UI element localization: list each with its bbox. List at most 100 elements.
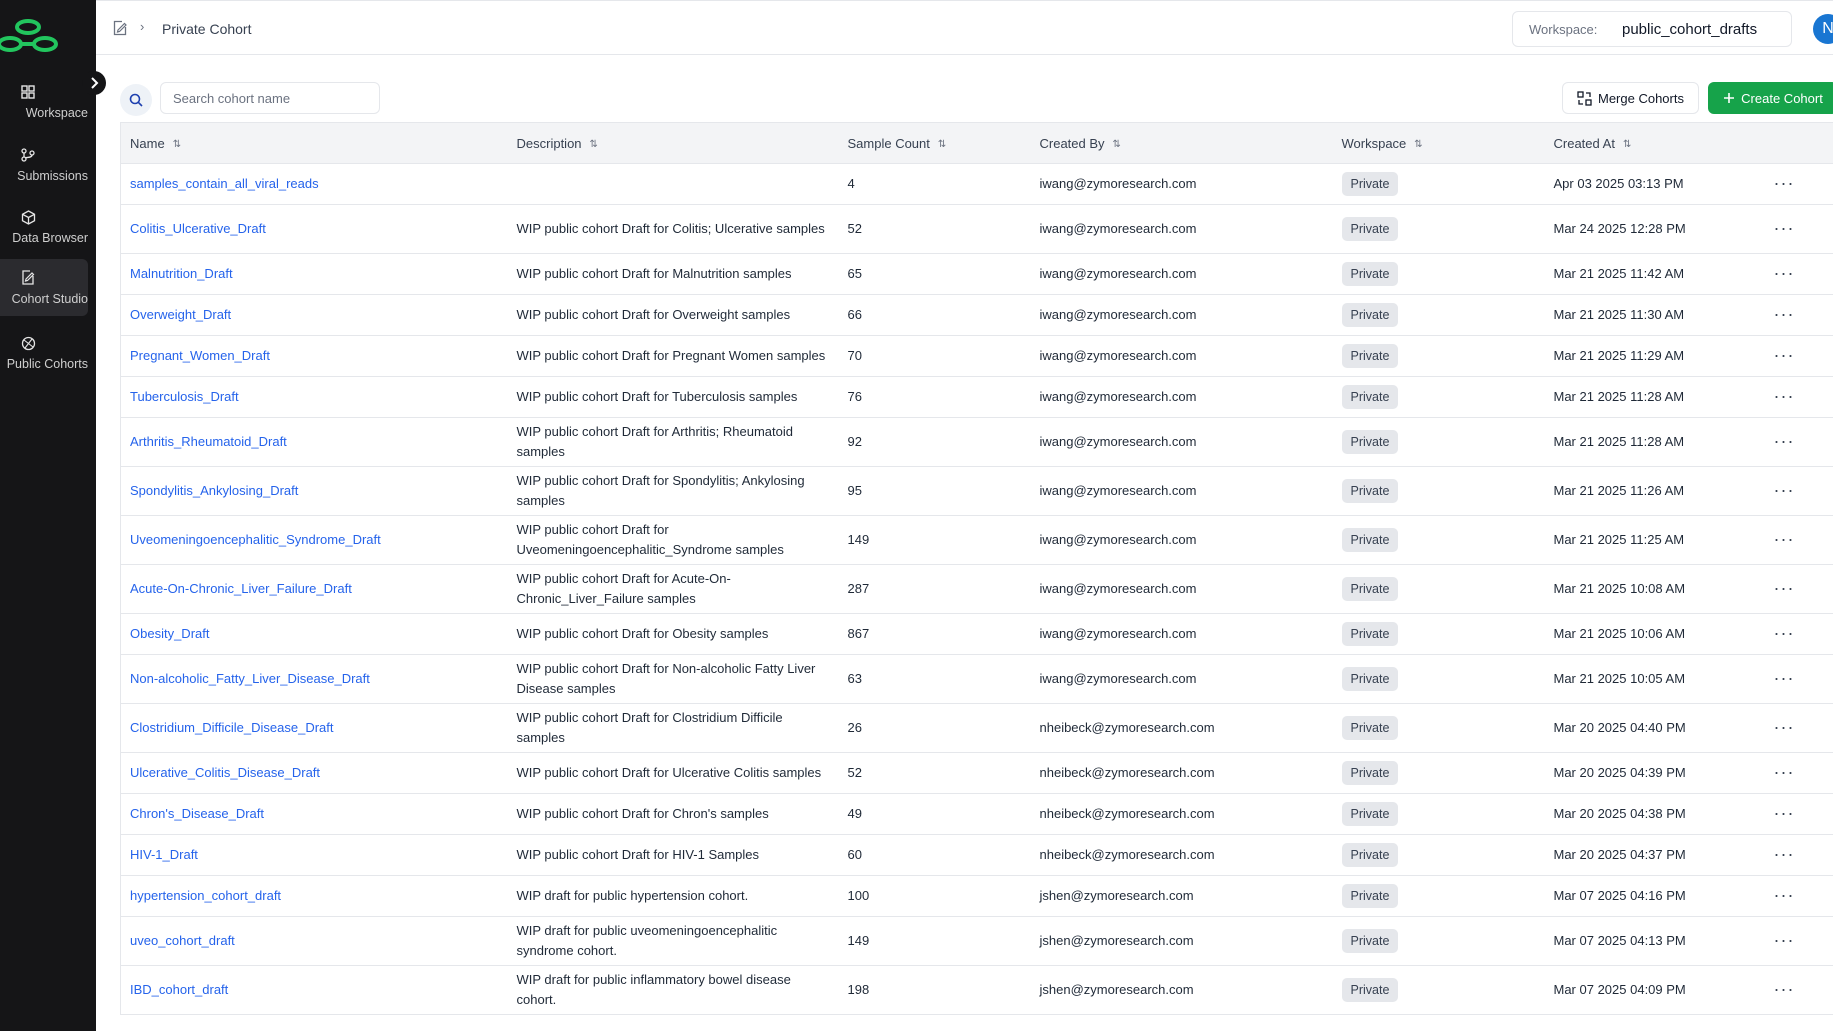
- sidebar-item-workspace[interactable]: Workspace: [0, 77, 88, 134]
- table-row[interactable]: Pregnant_Women_Draft WIP public cohort Dr…: [120, 335, 1833, 377]
- created-by-cell: jshen@zymoresearch.com: [1030, 916, 1333, 966]
- more-options-icon[interactable]: ···: [1774, 263, 1795, 283]
- sidebar-item-label: Cohort Studio: [11, 292, 88, 306]
- avatar[interactable]: N: [1813, 14, 1833, 44]
- cohort-name-cell: Clostridium_Difficile_Disease_Draft: [120, 703, 508, 753]
- sample-count-cell: 287: [838, 564, 1031, 614]
- cohort-name-link[interactable]: Acute-On-Chronic_Liver_Failure_Draft: [130, 581, 352, 596]
- cohort-name-link[interactable]: Clostridium_Difficile_Disease_Draft: [130, 720, 334, 735]
- more-options-icon[interactable]: ···: [1774, 345, 1795, 365]
- more-options-icon[interactable]: ···: [1774, 844, 1795, 864]
- more-options-icon[interactable]: ···: [1774, 218, 1795, 238]
- more-options-icon[interactable]: ···: [1774, 803, 1795, 823]
- more-options-icon[interactable]: ···: [1774, 529, 1795, 549]
- logo-icon[interactable]: [0, 18, 64, 58]
- sort-icon[interactable]: ⇅: [173, 139, 181, 150]
- sort-icon[interactable]: ⇅: [590, 139, 598, 150]
- table-row[interactable]: Colitis_Ulcerative_Draft WIP public cohor…: [120, 204, 1833, 254]
- sidebar-item-data-browser[interactable]: Data Browser: [0, 202, 88, 259]
- column-header-created-by[interactable]: Created By ⇅: [1030, 122, 1333, 164]
- cohort-name-link[interactable]: IBD_cohort_draft: [130, 982, 228, 997]
- sort-icon[interactable]: ⇅: [1113, 139, 1121, 150]
- table-row[interactable]: Spondylitis_Ankylosing_Draft WIP public c…: [120, 466, 1833, 516]
- column-header-name[interactable]: Name ⇅: [120, 122, 508, 164]
- more-options-icon[interactable]: ···: [1774, 979, 1795, 999]
- table-row[interactable]: Overweight_Draft WIP public cohort Draft …: [120, 294, 1833, 336]
- status-badge: Private: [1341, 843, 1399, 867]
- cohort-name-link[interactable]: Spondylitis_Ankylosing_Draft: [130, 483, 298, 498]
- table-row[interactable]: HIV-1_Draft WIP public cohort Draft for H…: [120, 834, 1833, 876]
- cohort-name-link[interactable]: Non-alcoholic_Fatty_Liver_Disease_Draft: [130, 671, 370, 686]
- more-options-icon[interactable]: ···: [1774, 623, 1795, 643]
- column-header-description[interactable]: Description ⇅: [507, 122, 839, 164]
- cohort-name-link[interactable]: Uveomeningoencephalitic_Syndrome_Draft: [130, 532, 381, 547]
- more-options-icon[interactable]: ···: [1774, 173, 1795, 193]
- actions-cell: ···: [1764, 253, 1833, 295]
- search-button[interactable]: [120, 84, 152, 116]
- description-cell: WIP public cohort Draft for Chron's samp…: [507, 793, 839, 835]
- actions-cell: ···: [1764, 654, 1833, 704]
- sidebar-item-submissions[interactable]: Submissions: [0, 140, 88, 197]
- more-options-icon[interactable]: ···: [1774, 304, 1795, 324]
- table-row[interactable]: IBD_cohort_draft WIP draft for public inf…: [120, 965, 1833, 1015]
- search-input[interactable]: [160, 82, 380, 114]
- column-header-sample-count[interactable]: Sample Count ⇅: [838, 122, 1031, 164]
- create-cohort-button[interactable]: Create Cohort: [1708, 82, 1833, 114]
- sort-icon[interactable]: ⇅: [938, 139, 946, 150]
- table-row[interactable]: Obesity_Draft WIP public cohort Draft for…: [120, 613, 1833, 655]
- column-header-created-at[interactable]: Created At ⇅: [1544, 122, 1765, 164]
- more-options-icon[interactable]: ···: [1774, 762, 1795, 782]
- table-row[interactable]: Non-alcoholic_Fatty_Liver_Disease_Draft W…: [120, 654, 1833, 704]
- cohort-name-link[interactable]: samples_contain_all_viral_reads: [130, 176, 319, 191]
- cohort-name-link[interactable]: Obesity_Draft: [130, 626, 209, 641]
- edit-note-icon[interactable]: [112, 20, 128, 36]
- table-row[interactable]: Clostridium_Difficile_Disease_Draft WIP p…: [120, 703, 1833, 753]
- cohort-name-link[interactable]: Arthritis_Rheumatoid_Draft: [130, 434, 287, 449]
- cohort-name-link[interactable]: Malnutrition_Draft: [130, 266, 233, 281]
- cohort-name-cell: IBD_cohort_draft: [120, 965, 508, 1015]
- description-cell: WIP public cohort Draft for Arthritis; R…: [507, 417, 839, 467]
- cohort-name-link[interactable]: Colitis_Ulcerative_Draft: [130, 221, 266, 236]
- description-cell: WIP public cohort Draft for Uveomeningoe…: [507, 515, 839, 565]
- cohort-name-link[interactable]: HIV-1_Draft: [130, 847, 198, 862]
- table-row[interactable]: Chron's_Disease_Draft WIP public cohort D…: [120, 793, 1833, 835]
- sidebar-item-cohort-studio[interactable]: Cohort Studio: [0, 259, 88, 316]
- merge-cohorts-button[interactable]: Merge Cohorts: [1562, 82, 1699, 114]
- workspace-selector[interactable]: Workspace: public_cohort_drafts: [1512, 11, 1792, 47]
- cohort-table: Name ⇅ Description ⇅ Sample Count ⇅ Created…: [120, 122, 1833, 1015]
- table-row[interactable]: Acute-On-Chronic_Liver_Failure_Draft WIP …: [120, 564, 1833, 614]
- table-row[interactable]: Tuberculosis_Draft WIP public cohort Draf…: [120, 376, 1833, 418]
- more-options-icon[interactable]: ···: [1774, 578, 1795, 598]
- table-row[interactable]: Malnutrition_Draft WIP public cohort Draf…: [120, 253, 1833, 295]
- created-at-cell: Mar 07 2025 04:16 PM: [1544, 875, 1765, 917]
- created-at-cell: Mar 07 2025 04:13 PM: [1544, 916, 1765, 966]
- cohort-name-link[interactable]: Ulcerative_Colitis_Disease_Draft: [130, 765, 320, 780]
- cohort-name-link[interactable]: Chron's_Disease_Draft: [130, 806, 264, 821]
- table-row[interactable]: uveo_cohort_draft WIP draft for public uv…: [120, 916, 1833, 966]
- sidebar-toggle-button[interactable]: [82, 71, 106, 95]
- more-options-icon[interactable]: ···: [1774, 717, 1795, 737]
- more-options-icon[interactable]: ···: [1774, 480, 1795, 500]
- description-cell: WIP public cohort Draft for Acute-On-Chr…: [507, 564, 839, 614]
- more-options-icon[interactable]: ···: [1774, 386, 1795, 406]
- cohort-name-link[interactable]: Overweight_Draft: [130, 307, 231, 322]
- table-row[interactable]: samples_contain_all_viral_reads 4 iwang@zy…: [120, 163, 1833, 205]
- workspace-cell: Private: [1332, 335, 1545, 377]
- sidebar-item-public-cohorts[interactable]: Public Cohorts: [0, 328, 88, 385]
- table-row[interactable]: Ulcerative_Colitis_Disease_Draft WIP publ…: [120, 752, 1833, 794]
- cohort-name-link[interactable]: Pregnant_Women_Draft: [130, 348, 270, 363]
- cohort-name-link[interactable]: hypertension_cohort_draft: [130, 888, 281, 903]
- sort-icon[interactable]: ⇅: [1623, 139, 1631, 150]
- table-row[interactable]: Uveomeningoencephalitic_Syndrome_Draft WI…: [120, 515, 1833, 565]
- more-options-icon[interactable]: ···: [1774, 885, 1795, 905]
- cohort-name-link[interactable]: Tuberculosis_Draft: [130, 389, 239, 404]
- table-row[interactable]: hypertension_cohort_draft WIP draft for p…: [120, 875, 1833, 917]
- more-options-icon[interactable]: ···: [1774, 668, 1795, 688]
- sort-icon[interactable]: ⇅: [1414, 139, 1422, 150]
- table-row[interactable]: Arthritis_Rheumatoid_Draft WIP public coh…: [120, 417, 1833, 467]
- more-options-icon[interactable]: ···: [1774, 431, 1795, 451]
- more-options-icon[interactable]: ···: [1774, 930, 1795, 950]
- column-header-workspace[interactable]: Workspace ⇅: [1332, 122, 1545, 164]
- sample-count-cell: 65: [838, 253, 1031, 295]
- cohort-name-link[interactable]: uveo_cohort_draft: [130, 933, 235, 948]
